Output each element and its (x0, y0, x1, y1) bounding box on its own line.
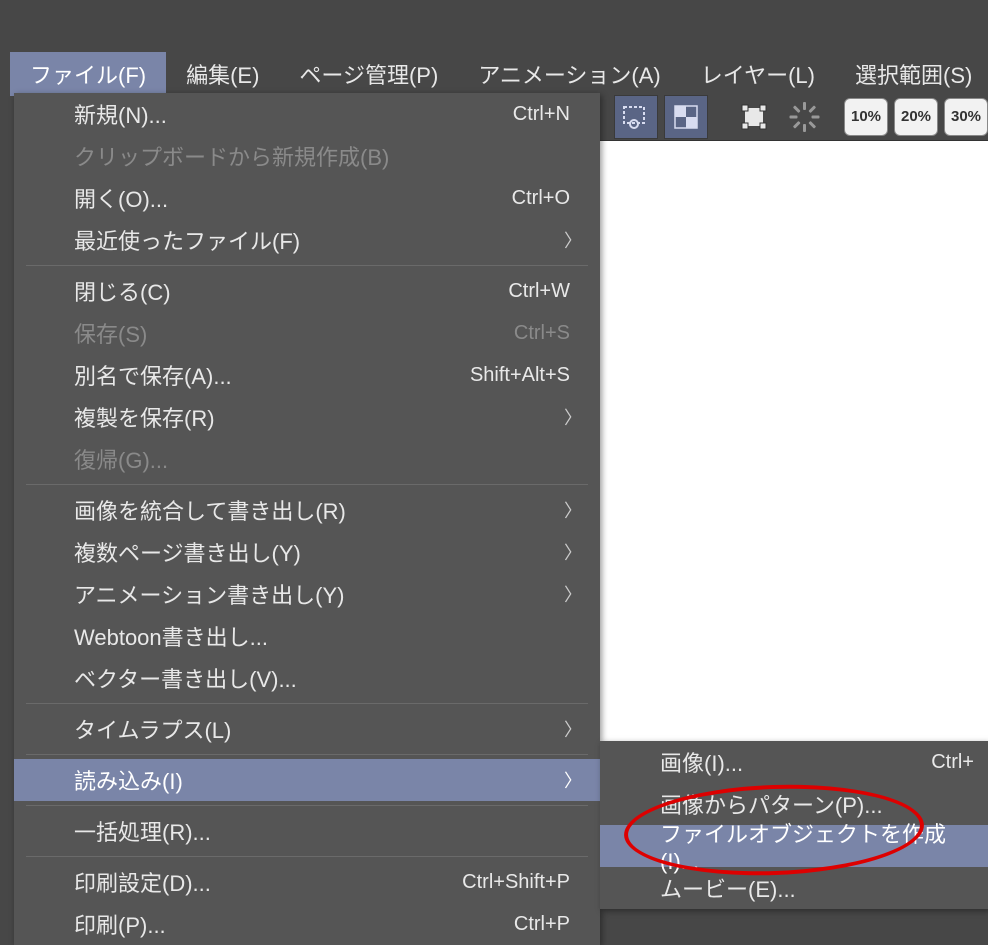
label: 閉じる(C) (74, 275, 508, 307)
menu-item-import[interactable]: 読み込み(I)〉 (14, 759, 600, 801)
separator (26, 484, 588, 485)
label: アニメーション書き出し(Y) (74, 578, 578, 610)
label: 複製を保存(R) (74, 401, 578, 433)
menu-item-batch[interactable]: 一括処理(R)... (14, 810, 600, 852)
menu-item-save-copy[interactable]: 複製を保存(R)〉 (14, 396, 600, 438)
menu-layer[interactable]: レイヤー(L) (681, 52, 835, 96)
crop-icon[interactable] (664, 95, 708, 139)
label: ムービー(E)... (660, 872, 966, 904)
label: 読み込み(I) (74, 764, 578, 796)
menu-item-webtoon-export[interactable]: Webtoon書き出し... (14, 615, 600, 657)
shortcut: Ctrl+Shift+P (462, 871, 578, 894)
menu-item-print[interactable]: 印刷(P)...Ctrl+P (14, 903, 600, 945)
canvas[interactable] (600, 141, 988, 741)
shortcut: Ctrl+W (508, 280, 578, 303)
menu-selection[interactable]: 選択範囲(S) (835, 52, 988, 96)
shortcut: Ctrl+ (931, 751, 974, 774)
label: 最近使ったファイル(F) (74, 224, 578, 256)
menu-file[interactable]: ファイル(F) (10, 52, 166, 96)
shortcut: Ctrl+O (512, 187, 578, 210)
label: クリップボードから新規作成(B) (74, 140, 578, 172)
separator (26, 805, 588, 806)
marquee-tool-icon[interactable] (614, 95, 658, 139)
label: 画像(I)... (660, 746, 966, 778)
chevron-right-icon: 〉 (564, 539, 582, 565)
menu-item-open[interactable]: 開く(O)...Ctrl+O (14, 177, 600, 219)
menu-item-recent[interactable]: 最近使ったファイル(F)〉 (14, 219, 600, 261)
menu-item-print-settings[interactable]: 印刷設定(D)...Ctrl+Shift+P (14, 861, 600, 903)
shortcut: Ctrl+P (514, 913, 578, 936)
label: Webtoon書き出し... (74, 620, 578, 652)
separator (26, 856, 588, 857)
chevron-right-icon: 〉 (564, 227, 582, 253)
opacity-20-button[interactable]: 20% (894, 98, 938, 136)
label: 複数ページ書き出し(Y) (74, 536, 578, 568)
transform-icon[interactable] (732, 95, 776, 139)
shortcut: Ctrl+S (514, 322, 578, 345)
shortcut: Ctrl+N (513, 103, 578, 126)
menu-item-animation-export[interactable]: アニメーション書き出し(Y)〉 (14, 573, 600, 615)
chevron-right-icon: 〉 (564, 716, 582, 742)
label: 復帰(G)... (74, 443, 578, 475)
opacity-30-button[interactable]: 30% (944, 98, 988, 136)
file-dropdown: 新規(N)...Ctrl+N クリップボードから新規作成(B) 開く(O)...… (14, 93, 600, 945)
menu-item-timelapse[interactable]: タイムラプス(L)〉 (14, 708, 600, 750)
label: 新規(N)... (74, 98, 513, 130)
menu-item-save: 保存(S)Ctrl+S (14, 312, 600, 354)
submenu-item-image[interactable]: 画像(I)...Ctrl+ (600, 741, 988, 783)
separator (26, 703, 588, 704)
menu-item-vector-export[interactable]: ベクター書き出し(V)... (14, 657, 600, 699)
separator (26, 265, 588, 266)
menu-item-flatten-export[interactable]: 画像を統合して書き出し(R)〉 (14, 489, 600, 531)
import-submenu: 画像(I)...Ctrl+ 画像からパターン(P)... ファイルオブジェクトを… (600, 741, 988, 909)
toolbar: 10% 20% 30% (600, 93, 988, 141)
chevron-right-icon: 〉 (564, 404, 582, 430)
chevron-right-icon: 〉 (564, 497, 582, 523)
menu-item-save-as[interactable]: 別名で保存(A)...Shift+Alt+S (14, 354, 600, 396)
label: 印刷(P)... (74, 908, 514, 940)
submenu-item-create-file-object[interactable]: ファイルオブジェクトを作成(I)... (600, 825, 988, 867)
label: 開く(O)... (74, 182, 512, 214)
label: 画像を統合して書き出し(R) (74, 494, 578, 526)
menu-item-multipage-export[interactable]: 複数ページ書き出し(Y)〉 (14, 531, 600, 573)
chevron-right-icon: 〉 (564, 581, 582, 607)
shortcut: Shift+Alt+S (470, 364, 578, 387)
chevron-right-icon: 〉 (564, 767, 582, 793)
menubar: ファイル(F) 編集(E) ページ管理(P) アニメーション(A) レイヤー(L… (0, 55, 988, 93)
menu-item-new[interactable]: 新規(N)...Ctrl+N (14, 93, 600, 135)
opacity-10-button[interactable]: 10% (844, 98, 888, 136)
menu-animation[interactable]: アニメーション(A) (458, 52, 680, 96)
label: タイムラプス(L) (74, 713, 578, 745)
titlebar-area (0, 0, 988, 55)
menu-item-revert: 復帰(G)... (14, 438, 600, 480)
label: 画像からパターン(P)... (660, 788, 966, 820)
loading-icon[interactable] (782, 95, 826, 139)
menu-item-new-from-clipboard: クリップボードから新規作成(B) (14, 135, 600, 177)
separator (26, 754, 588, 755)
menu-item-close[interactable]: 閉じる(C)Ctrl+W (14, 270, 600, 312)
label: 別名で保存(A)... (74, 359, 470, 391)
menu-edit[interactable]: 編集(E) (166, 52, 279, 96)
label: 保存(S) (74, 317, 514, 349)
label: ベクター書き出し(V)... (74, 662, 578, 694)
submenu-item-movie[interactable]: ムービー(E)... (600, 867, 988, 909)
label: 印刷設定(D)... (74, 866, 462, 898)
menu-page[interactable]: ページ管理(P) (279, 52, 458, 96)
label: 一括処理(R)... (74, 815, 578, 847)
